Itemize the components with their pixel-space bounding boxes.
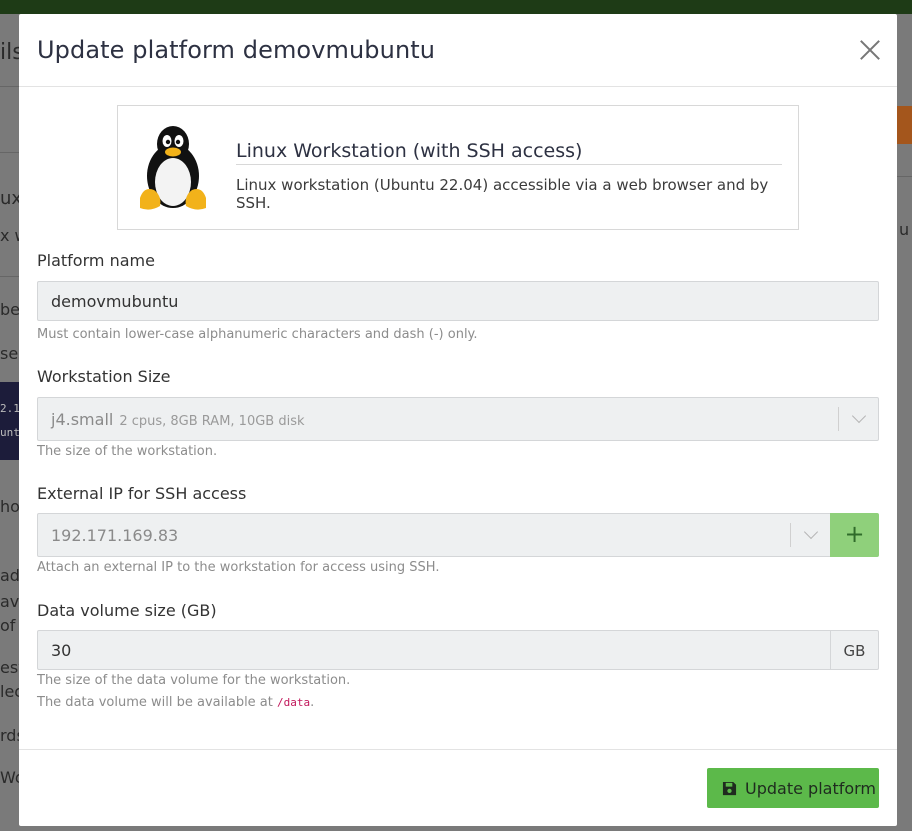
platform-name-value: demovmubuntu xyxy=(51,292,179,311)
template-description: Linux workstation (Ubuntu 22.04) accessi… xyxy=(236,176,769,212)
data-volume-label: Data volume size (GB) xyxy=(37,601,217,620)
external-ip-select[interactable]: 192.171.169.83 xyxy=(37,513,831,557)
modal-header: Update platform demovmubuntu xyxy=(19,14,897,87)
background-text: unt xyxy=(0,426,20,439)
external-ip-help: Attach an external IP to the workstation… xyxy=(37,560,440,575)
data-volume-help: The size of the data volume for the work… xyxy=(37,673,351,688)
background-text: be xyxy=(0,300,20,319)
background-button xyxy=(896,106,912,144)
divider xyxy=(897,176,912,177)
modal-title: Update platform demovmubuntu xyxy=(37,36,436,64)
external-ip-label: External IP for SSH access xyxy=(37,484,247,503)
divider xyxy=(0,276,19,277)
platform-name-input[interactable]: demovmubuntu xyxy=(37,281,879,321)
background-text: of xyxy=(0,616,16,635)
unit-label: GB xyxy=(843,642,866,660)
workstation-size-detail: 2 cpus, 8GB RAM, 10GB disk xyxy=(119,414,305,429)
data-volume-input[interactable]: 30 xyxy=(37,630,831,670)
background-text: 2.1 xyxy=(0,402,20,415)
divider xyxy=(0,152,19,153)
tux-penguin-icon xyxy=(140,126,206,210)
background-text: se xyxy=(0,344,19,363)
workstation-size-option: j4.small xyxy=(51,410,114,429)
divider xyxy=(0,86,19,87)
platform-name-help: Must contain lower-case alphanumeric cha… xyxy=(37,327,478,342)
workstation-size-value: j4.small 2 cpus, 8GB RAM, 10GB disk xyxy=(51,410,305,429)
save-icon xyxy=(722,781,737,796)
platform-name-label: Platform name xyxy=(37,251,155,270)
select-separator xyxy=(790,523,791,547)
workstation-size-select[interactable]: j4.small 2 cpus, 8GB RAM, 10GB disk xyxy=(37,397,879,441)
workstation-size-help: The size of the workstation. xyxy=(37,444,218,459)
background-code-block xyxy=(0,382,19,460)
close-icon[interactable] xyxy=(859,39,881,61)
update-platform-label: Update platform xyxy=(745,779,877,798)
data-path-code: /data xyxy=(277,696,311,709)
modal-footer: Update platform xyxy=(19,749,897,826)
plus-icon: + xyxy=(844,520,865,548)
help-text: The data volume will be available at xyxy=(37,695,278,710)
data-volume-path-help: The data volume will be available at /da… xyxy=(37,695,314,710)
chevron-down-icon xyxy=(851,408,867,424)
help-text: . xyxy=(310,695,315,710)
top-bar xyxy=(0,0,912,14)
data-volume-unit: GB xyxy=(830,630,879,670)
background-text: u xyxy=(899,220,910,239)
select-separator xyxy=(838,407,839,431)
external-ip-value: 192.171.169.83 xyxy=(51,526,179,545)
update-platform-button[interactable]: Update platform xyxy=(707,768,879,808)
add-external-ip-button[interactable]: + xyxy=(830,513,879,557)
data-volume-value: 30 xyxy=(51,641,72,660)
workstation-size-label: Workstation Size xyxy=(37,367,171,386)
update-platform-modal: Update platform demovmubuntu Linux Works… xyxy=(19,14,897,826)
template-card: Linux Workstation (with SSH access) Linu… xyxy=(117,105,799,230)
chevron-down-icon xyxy=(803,524,819,540)
template-title: Linux Workstation (with SSH access) xyxy=(236,140,782,165)
